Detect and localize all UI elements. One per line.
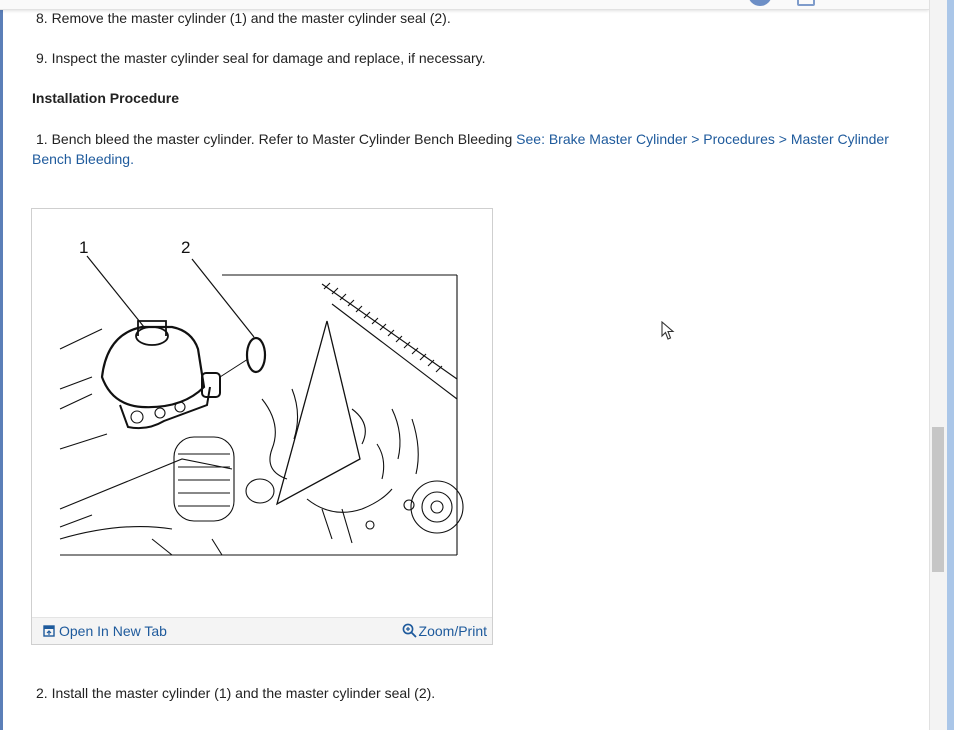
step-8: 8. Remove the master cylinder (1) and th… <box>36 10 451 26</box>
window-right-edge <box>947 0 954 730</box>
step-1-text: 1. Bench bleed the master cylinder. Refe… <box>36 131 517 147</box>
step-9: 9. Inspect the master cylinder seal for … <box>36 50 486 66</box>
master-cylinder-illustration: 1 2 <box>59 238 464 556</box>
figure-toolbar: Open In New Tab Zoom/Print <box>32 617 492 644</box>
installation-step-1: 1. Bench bleed the master cylinder. Refe… <box>32 129 902 169</box>
open-new-tab-icon <box>43 623 55 641</box>
bench-bleeding-link-continued[interactable]: Bench Bleeding <box>32 151 130 167</box>
top-toolbar <box>0 0 929 10</box>
open-in-new-tab-label: Open In New Tab <box>59 623 167 639</box>
scrollbar-thumb[interactable] <box>932 427 944 572</box>
installation-step-2: 2. Install the master cylinder (1) and t… <box>36 685 436 701</box>
bench-bleeding-link[interactable]: See: Brake Master Cylinder > Procedures … <box>516 131 889 147</box>
mouse-pointer-icon <box>661 320 675 346</box>
zoom-print-label: Zoom/Print <box>418 623 487 639</box>
callout-1-label: 1 <box>79 238 88 257</box>
open-in-new-tab-button[interactable]: Open In New Tab <box>43 622 167 641</box>
step-1-period: . <box>130 151 134 167</box>
procedure-content: 8. Remove the master cylinder (1) and th… <box>0 0 929 730</box>
callout-2-label: 2 <box>181 238 190 257</box>
master-cylinder-figure: 1 2 Open In New Tab Zoom/Print <box>31 208 493 645</box>
document-icon[interactable] <box>797 0 815 6</box>
zoom-icon <box>402 623 417 642</box>
installation-heading: Installation Procedure <box>32 90 180 106</box>
zoom-print-button[interactable]: Zoom/Print <box>402 622 487 642</box>
engine-bay-lineart <box>59 274 464 556</box>
user-avatar[interactable] <box>748 0 772 6</box>
